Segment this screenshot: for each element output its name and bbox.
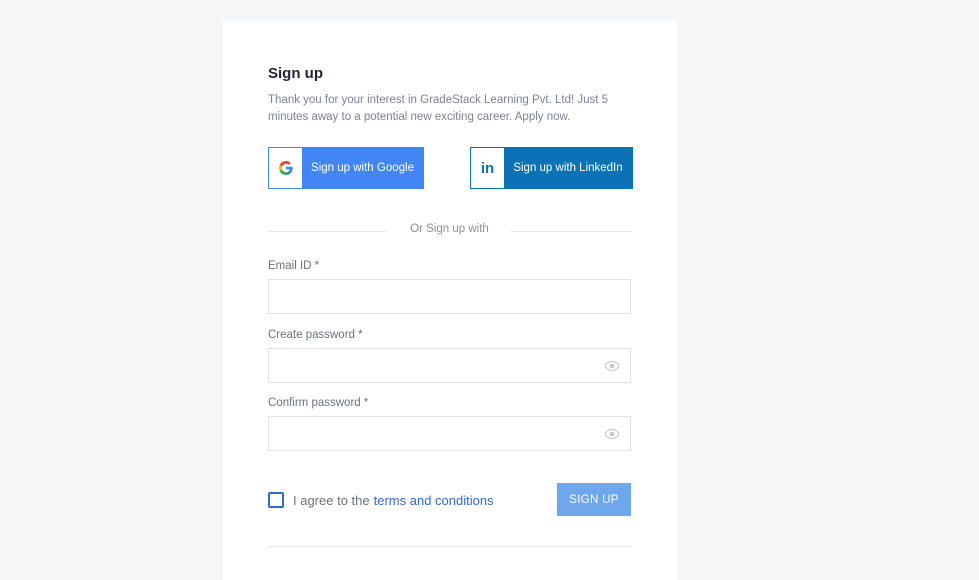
google-signup-button[interactable]: Sign up with Google xyxy=(268,147,424,189)
page-subtitle: Thank you for your interest in GradeStac… xyxy=(268,94,609,123)
email-field-box xyxy=(268,279,631,314)
or-divider: Or Sign up with xyxy=(268,223,631,239)
linkedin-signup-label: Sign up with LinkedIn xyxy=(504,148,632,188)
email-label: Email ID * xyxy=(268,260,320,272)
bottom-divider xyxy=(268,546,631,547)
divider-line-right xyxy=(511,231,631,232)
signup-button[interactable]: SIGN UP xyxy=(557,483,631,516)
terms-checkbox[interactable] xyxy=(268,492,284,508)
page-title: Sign up xyxy=(268,65,323,82)
confirm-password-label: Confirm password * xyxy=(268,397,369,409)
confirm-password-field-box xyxy=(268,416,631,451)
create-password-label: Create password * xyxy=(268,329,363,341)
confirm-password-field[interactable] xyxy=(269,417,609,450)
google-icon xyxy=(269,148,302,188)
divider-text: Or Sign up with xyxy=(410,223,489,235)
linkedin-icon: in xyxy=(471,148,504,188)
terms-link[interactable]: terms and conditions xyxy=(374,493,494,508)
google-signup-label: Sign up with Google xyxy=(302,148,423,188)
linkedin-signup-button[interactable]: in Sign up with LinkedIn xyxy=(470,147,633,189)
eye-icon[interactable] xyxy=(603,358,621,374)
terms-agreement-row: I agree to the terms and conditions xyxy=(268,492,494,508)
signup-card: Sign up Thank you for your interest in G… xyxy=(223,20,677,580)
eye-icon[interactable] xyxy=(603,426,621,442)
create-password-field-box xyxy=(268,348,631,383)
email-field[interactable] xyxy=(269,280,609,313)
create-password-field[interactable] xyxy=(269,349,609,382)
agree-text: I agree to the xyxy=(293,492,370,508)
